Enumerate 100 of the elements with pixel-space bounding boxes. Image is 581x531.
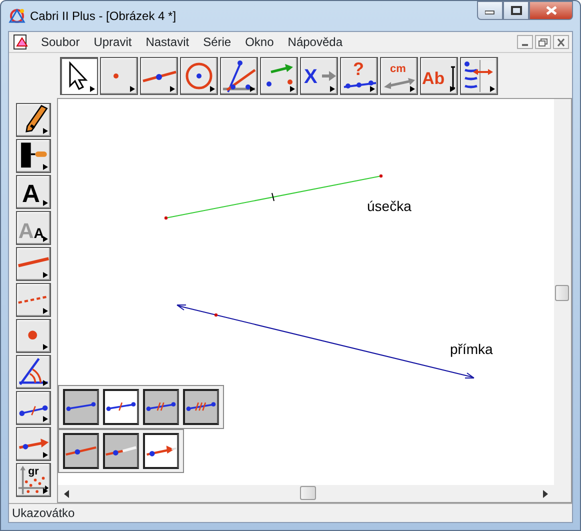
letter-glyph: gr — [28, 466, 39, 478]
attributes-icon — [464, 59, 496, 92]
mark-tool-button[interactable] — [16, 391, 51, 425]
measure-arrow-icon — [384, 78, 415, 88]
line-style-option[interactable] — [63, 389, 99, 425]
font-tool-button[interactable]: A — [16, 175, 51, 209]
axes-style-tool-button[interactable]: gr — [16, 463, 51, 497]
dropdown-triangle-icon — [43, 200, 48, 206]
color-tool-button[interactable] — [16, 103, 51, 137]
thickness-tool-button[interactable] — [16, 247, 51, 281]
dropdown-triangle-icon — [43, 128, 48, 134]
transformation-icon — [266, 64, 293, 86]
construction-tool-button[interactable] — [220, 56, 258, 94]
letter-glyph: cm — [390, 62, 406, 74]
dropdown-triangle-icon — [170, 86, 175, 92]
text-size-tool-button[interactable]: AA — [16, 211, 51, 245]
segment-two-marks-icon — [146, 402, 176, 411]
transformation-tool-button[interactable] — [260, 56, 298, 94]
maximize-icon — [510, 6, 522, 15]
pointer-icon — [69, 60, 88, 90]
point-style-tool-button[interactable] — [16, 319, 51, 353]
dropdown-triangle-icon — [43, 308, 48, 314]
scroll-thumb[interactable] — [300, 486, 316, 500]
pencil-icon — [26, 104, 48, 132]
restore-button[interactable] — [535, 35, 551, 49]
line-style-option[interactable] — [143, 389, 179, 425]
segment-icon — [66, 402, 96, 411]
line-icon — [142, 70, 176, 82]
collinear-points-icon — [344, 80, 376, 88]
line-style-option[interactable] — [103, 389, 139, 425]
line-style-option[interactable] — [63, 433, 99, 469]
angle-mark-icon — [19, 358, 48, 386]
dropdown-triangle-icon — [43, 452, 48, 458]
letter-glyph: ? — [353, 58, 364, 78]
attributes-tool-button[interactable] — [460, 56, 498, 94]
object-label: úsečka — [367, 197, 412, 216]
letter-glyph: A — [22, 180, 40, 208]
dropdown-triangle-icon — [43, 380, 48, 386]
letter-glyph: AA — [18, 218, 44, 243]
dropdown-triangle-icon — [43, 488, 48, 494]
dropdown-triangle-icon — [450, 86, 455, 92]
letter-glyph: Ab — [422, 68, 445, 88]
point-style-icon — [28, 330, 38, 340]
maximize-button[interactable] — [503, 1, 529, 20]
point-tool-button[interactable] — [100, 56, 138, 94]
line-tool-button[interactable] — [140, 56, 178, 94]
app-logo-icon — [8, 7, 26, 25]
pointer-tool-button[interactable] — [60, 56, 98, 94]
scroll-thumb[interactable] — [555, 285, 569, 301]
segment-mark-icon — [19, 405, 48, 416]
line-style-option[interactable] — [183, 389, 219, 425]
minimize-button[interactable] — [477, 1, 503, 20]
scroll-right-icon[interactable] — [543, 490, 548, 498]
dotted-tool-button[interactable] — [16, 283, 51, 317]
macro-arrow-icon — [322, 70, 336, 80]
close-button[interactable] — [553, 35, 569, 49]
arrow-icon — [146, 446, 176, 456]
minimize-button[interactable] — [517, 35, 533, 49]
menu-item[interactable]: Nastavit — [138, 33, 196, 51]
dashed-line-icon — [18, 295, 49, 304]
arrow-style-icon — [19, 438, 49, 450]
dropdown-triangle-icon — [43, 164, 48, 170]
scroll-left-icon[interactable] — [64, 490, 69, 498]
dropdown-triangle-icon — [410, 86, 415, 92]
close-icon — [556, 38, 566, 46]
fill-tool-button[interactable] — [16, 139, 51, 173]
dropdown-triangle-icon — [370, 86, 375, 92]
line-icon — [66, 446, 96, 456]
dropdown-triangle-icon — [90, 86, 95, 92]
dropdown-triangle-icon — [43, 416, 48, 422]
menu-item[interactable]: Série — [196, 33, 238, 51]
segment-three-marks-icon — [186, 402, 216, 411]
menu-item[interactable]: Nápověda — [280, 33, 350, 51]
point-icon — [114, 73, 118, 78]
dropdown-triangle-icon — [43, 236, 48, 242]
text-cursor-icon — [450, 66, 456, 88]
close-icon — [546, 6, 556, 15]
dropdown-triangle-icon — [130, 86, 135, 92]
dropdown-triangle-icon — [290, 86, 295, 92]
thick-line-icon — [18, 257, 49, 268]
menu-item[interactable]: Okno — [238, 33, 281, 51]
minimize-icon — [522, 44, 528, 46]
restore-icon — [538, 38, 548, 46]
arrow-style-tool-button[interactable] — [16, 427, 51, 461]
circle-tool-button[interactable] — [180, 56, 218, 94]
angle-mark-tool-button[interactable] — [16, 355, 51, 389]
circle-icon — [186, 62, 212, 89]
letter-glyph: X — [304, 66, 318, 88]
macro-tool-button[interactable]: X — [300, 56, 338, 94]
object-label: přímka — [450, 340, 493, 359]
close-button[interactable] — [529, 1, 573, 20]
menu-item[interactable]: Soubor — [34, 33, 87, 51]
window-title: Cabri II Plus - [Obrázek 4 *] — [30, 8, 176, 25]
line-style-option[interactable] — [103, 433, 139, 469]
line-style-option[interactable] — [143, 433, 179, 469]
dropdown-triangle-icon — [43, 344, 48, 350]
menu-item[interactable]: Upravit — [86, 33, 139, 51]
scatter-axes-icon — [18, 466, 49, 494]
ray-icon — [106, 446, 136, 456]
status-text: Ukazovátko — [12, 505, 75, 522]
